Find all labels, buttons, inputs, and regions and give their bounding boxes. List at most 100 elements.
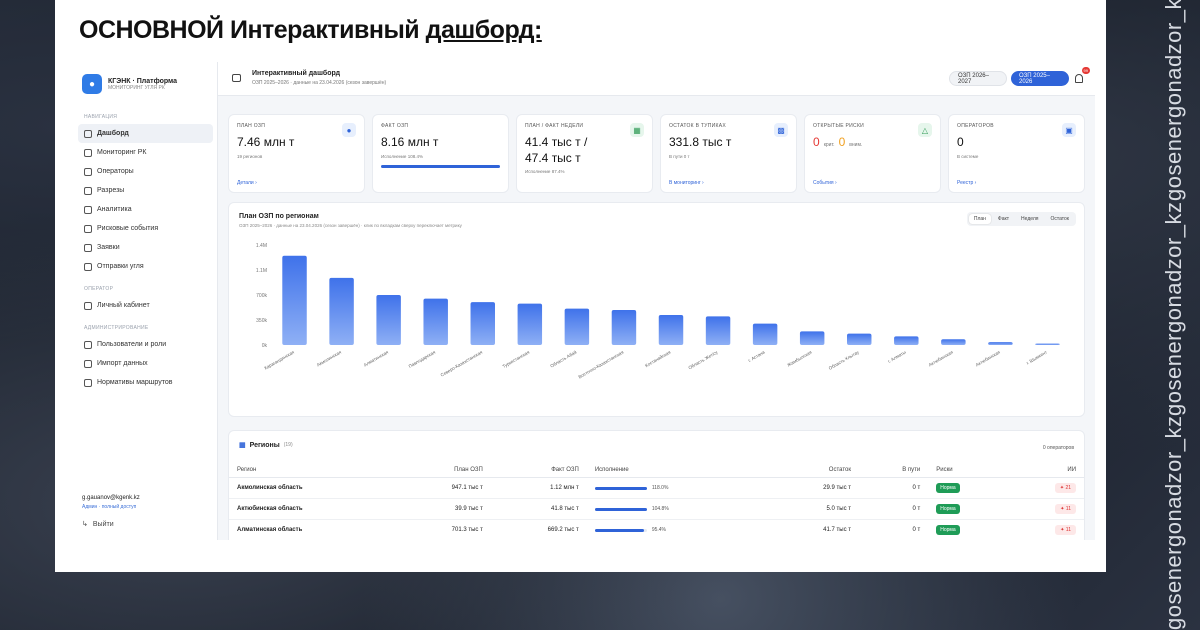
admin-icon [84,378,92,387]
bar[interactable] [611,310,637,345]
remaining-value: 41.7 тыс т [769,519,859,540]
card-link-events[interactable]: События › [813,180,837,186]
chart-tab[interactable]: Факт [993,214,1014,224]
bar[interactable] [282,255,307,345]
column-header[interactable]: Остаток [769,463,859,478]
ai-badge[interactable]: ✦ 21 [1054,483,1076,493]
transit-value: 0 т [859,498,929,520]
sidebar-item[interactable]: Аналитика [74,200,217,219]
bar[interactable] [1035,343,1060,345]
slide-title-underlined: дашборд: [425,16,543,44]
season-button-2025[interactable]: ОЗП 2025–2026 [1011,71,1069,86]
chart-metric-tabs: План Факт Неделя Остаток [966,212,1076,226]
x-tick-label: Актюбинская [928,349,955,367]
card-plan[interactable]: ПЛАН ОЗП 7.46 млн т 19 регионов Детали ›… [228,114,365,193]
sidebar-item[interactable]: Отправки угля [74,257,217,276]
bar[interactable] [847,333,872,345]
logout-button[interactable]: ↳ Выйти [82,520,140,529]
x-tick-label: Костанайская [644,348,672,368]
table-row[interactable]: Актюбинская область 39.9 тыс т 41.8 тыс т 1… [229,498,1084,520]
bar[interactable] [941,339,966,345]
sidebar-item[interactable]: Разрезы [74,181,217,200]
column-header[interactable]: Регион [229,463,395,478]
bar[interactable] [423,298,448,345]
bar[interactable] [894,336,919,345]
ai-count: 11 [1065,527,1071,533]
plan-value: 701.3 тыс т [394,519,491,540]
bar[interactable] [752,323,778,345]
column-header[interactable]: Факт ОЗП [490,463,587,478]
card-sub: 19 регионов [237,153,263,159]
column-header[interactable]: План ОЗП [394,463,491,478]
ai-cell: ✦ 21 [1008,477,1084,499]
card-week[interactable]: ПЛАН / ФАКТ НЕДЕЛИ 41.4 тыс т / 47.4 тыс… [516,114,653,193]
table-title: Регионы [249,441,280,449]
card-link-registry[interactable]: Реестр › [957,180,976,186]
column-header[interactable]: Исполнение [586,463,770,478]
x-tick-label: Павлодарская [408,349,437,369]
season-button-2026[interactable]: ОЗП 2026–2027 [949,71,1007,86]
card-remaining[interactable]: ОСТАТОК В ТУПИКАХ 331.8 тыс т В пути 0 т… [660,114,797,193]
column-header[interactable]: ИИ [1008,463,1084,478]
x-tick-label: Область Ұлытау [828,349,861,371]
bar[interactable] [988,342,1013,345]
sidebar-item[interactable]: Нормативы маршрутов [74,373,217,392]
bar[interactable] [799,331,825,345]
bar[interactable] [329,277,354,345]
nav-section-label: АДМИНИСТРИРОВАНИЕ [84,325,149,331]
sidebar-item[interactable]: Личный кабинет [74,296,217,315]
app-window: ● КГЭНК · Платформа МОНИТОРИНГ УГЛЯ РК Н… [74,62,1095,540]
sidebar-item[interactable]: Мониторинг РК [74,143,217,162]
column-header[interactable]: В пути [859,463,929,478]
ai-badge[interactable]: ✦ 11 [1055,504,1076,514]
card-link-monitoring[interactable]: В мониторинг › [669,180,704,186]
x-tick-label: Туркестанская [502,349,531,369]
sidebar-item[interactable]: Пользователи и роли [74,335,217,354]
sidebar-item[interactable]: Рисковые события [74,219,217,238]
sidebar-item[interactable]: Заявки [74,238,217,257]
card-operators[interactable]: ОПЕРАТОРОВ 0 В системе Реестр › ▣ [948,114,1085,193]
bell-icon[interactable] [1075,74,1083,83]
regions-table: Регион План ОЗП Факт ОЗП Исполнение Остаток В… [229,463,1084,540]
dashboard-icon [84,129,92,138]
risk-counts: 0 крит. 0 вним. [813,135,932,149]
bar[interactable] [376,295,401,345]
admin-icon [84,340,92,349]
analytics-icon [84,205,92,214]
regions-table-card: ▦ Регионы (19) 0 операторов Регион План О… [228,430,1085,540]
table-row[interactable]: Алматинская область 701.3 тыс т 669.2 тыс … [229,519,1084,540]
card-title: ОПЕРАТОРОВ [957,123,994,129]
brand[interactable]: ● КГЭНК · Платформа МОНИТОРИНГ УГЛЯ РК [74,62,217,104]
page-title: Интерактивный дашборд [252,70,341,77]
bar[interactable] [470,302,495,345]
remaining-value: 5.0 тыс т [769,498,859,520]
bar[interactable] [517,303,543,345]
chart-tab[interactable]: План [968,214,991,224]
chart-tab[interactable]: Остаток [1046,214,1075,224]
x-tick-label: Акмолинская [316,349,343,367]
card-fact[interactable]: ФАКТ ОЗП 8.16 млн т Исполнение 108.4% [372,114,509,193]
progress-fill [594,486,647,490]
column-header[interactable]: Риски [928,463,1009,478]
ai-badge[interactable]: ✦ 11 [1055,525,1076,535]
progress-bar [594,528,647,532]
chart-tab[interactable]: Неделя [1016,214,1043,224]
sidebar-item-label: Операторы [97,168,134,175]
sidebar-item[interactable]: Импорт данных [74,354,217,373]
sidebar-item[interactable]: Операторы [74,162,217,181]
bar[interactable] [564,308,590,345]
card-link-details[interactable]: Детали › [237,180,257,186]
operators-count: 0 операторов [1042,445,1074,451]
chart-title: План ОЗП по регионам [239,213,319,220]
x-tick-label: г. Шымкент [1025,350,1048,366]
sidebar-item[interactable]: Дашборд [78,124,213,143]
fact-progress-bar [381,164,500,168]
card-risks[interactable]: ОТКРЫТЫЕ РИСКИ 0 крит. 0 вним. События ›… [804,114,941,193]
bar[interactable] [705,316,731,345]
table-row[interactable]: Акмолинская область 947.1 тыс т 1.12 млн т… [229,477,1084,499]
sidebar-toggle-icon[interactable] [232,74,241,82]
execution-bar: 95.4% [594,527,762,533]
bar[interactable] [658,315,684,345]
risk-cell: Норма [928,477,1009,499]
card-title: ОСТАТОК В ТУПИКАХ [669,123,727,129]
